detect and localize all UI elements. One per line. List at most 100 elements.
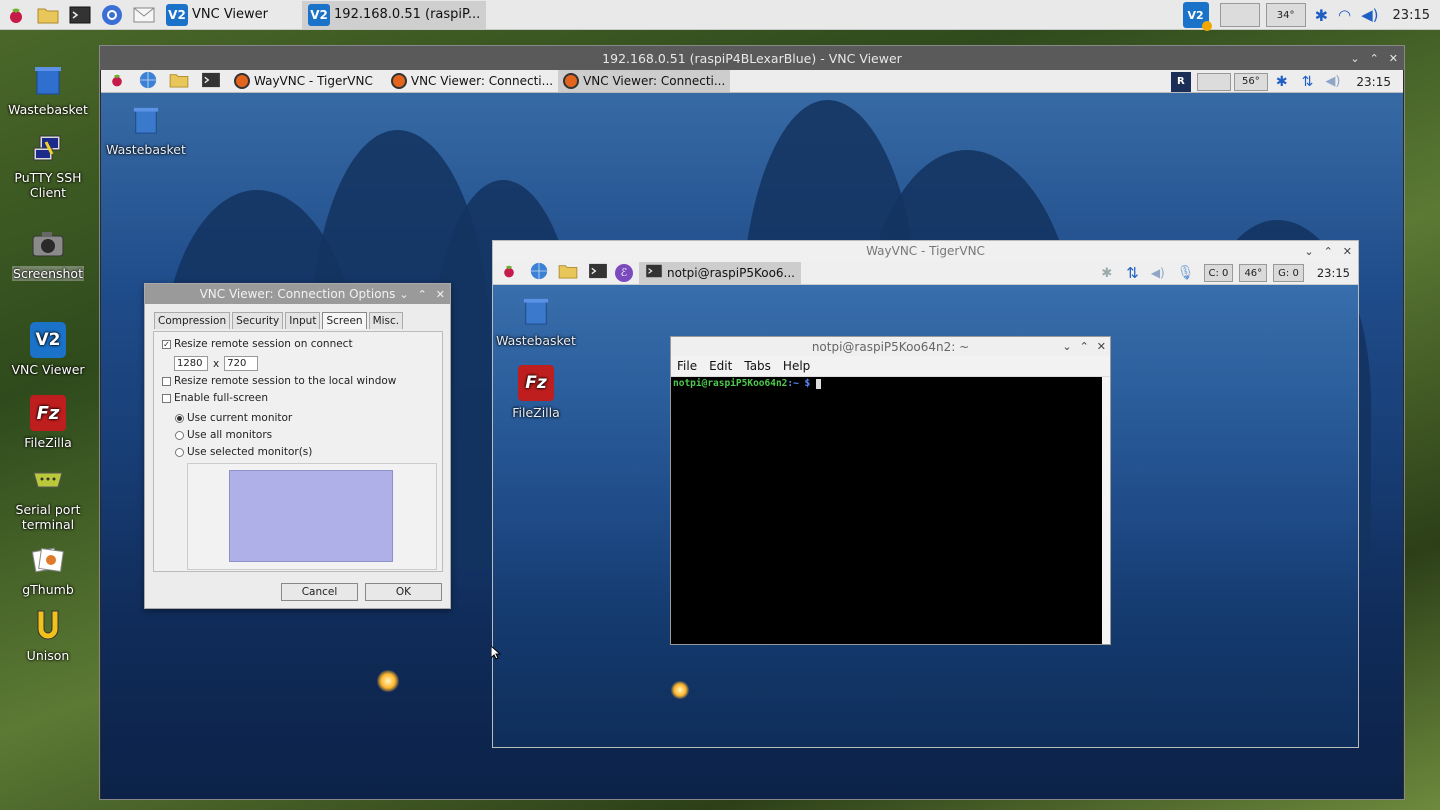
cpu-monitor[interactable]: C: 0 bbox=[1203, 264, 1234, 282]
bluetooth-icon[interactable]: ✱ bbox=[1101, 266, 1112, 281]
volume-icon[interactable]: ◀) bbox=[1325, 74, 1340, 89]
use-current-row[interactable]: Use current monitor bbox=[175, 412, 292, 424]
terminal-scrollbar[interactable] bbox=[1102, 377, 1110, 644]
use-all-radio[interactable] bbox=[175, 430, 184, 440]
desktop-icon-serial-port[interactable]: Serial port terminal bbox=[0, 462, 96, 532]
minimize-icon[interactable]: ⌄ bbox=[1304, 245, 1313, 258]
width-input[interactable]: 1280 bbox=[174, 356, 208, 371]
raspberry-menu-icon[interactable] bbox=[3, 2, 29, 28]
wayvnc-task-terminal[interactable]: notpi@raspiP5Koo6... bbox=[639, 261, 801, 284]
wayvnc-desktop-icon-wastebasket[interactable]: Wastebasket bbox=[493, 293, 584, 348]
desktop-icon-filezilla[interactable]: Fz FileZilla bbox=[0, 395, 96, 450]
remote-task-connection-1[interactable]: VNC Viewer: Connecti... bbox=[386, 70, 558, 92]
terminal-icon[interactable] bbox=[67, 2, 93, 28]
tab-screen[interactable]: Screen bbox=[322, 312, 367, 329]
close-icon[interactable]: ✕ bbox=[1389, 52, 1398, 65]
maximize-icon[interactable]: ⌃ bbox=[1370, 52, 1379, 65]
remote-task-connection-2[interactable]: VNC Viewer: Connecti... bbox=[558, 70, 731, 92]
file-manager-icon[interactable] bbox=[558, 263, 578, 282]
monitor-preview[interactable] bbox=[229, 470, 393, 562]
close-icon[interactable]: ✕ bbox=[1097, 340, 1106, 353]
network-icon[interactable]: ⇅ bbox=[1302, 74, 1314, 90]
temperature-monitor[interactable]: 46° bbox=[1239, 264, 1268, 282]
fullscreen-checkbox[interactable] bbox=[162, 393, 171, 403]
menu-help[interactable]: Help bbox=[783, 359, 810, 373]
resize-on-connect-checkbox[interactable]: ✓ bbox=[162, 339, 171, 349]
tab-input[interactable]: Input bbox=[285, 312, 321, 329]
desktop-icon-vnc-viewer[interactable]: V2 VNC Viewer bbox=[0, 322, 96, 377]
terminal-titlebar[interactable]: notpi@raspiP5Koo64n2: ~ ⌄ ⌃ ✕ bbox=[671, 337, 1110, 356]
mail-icon[interactable] bbox=[131, 2, 157, 28]
menu-edit[interactable]: Edit bbox=[709, 359, 732, 373]
fullscreen-row[interactable]: Enable full-screen bbox=[162, 392, 268, 404]
terminal-icon[interactable] bbox=[588, 263, 608, 282]
menu-file[interactable]: File bbox=[677, 359, 697, 373]
maximize-icon[interactable]: ⌃ bbox=[1080, 340, 1089, 353]
dialog-titlebar[interactable]: VNC Viewer: Connection Options ⌄ ⌃ ✕ bbox=[145, 284, 450, 304]
emacs-icon[interactable]: ℰ bbox=[615, 263, 633, 282]
volume-icon[interactable]: ◀) bbox=[1361, 6, 1378, 24]
tab-security[interactable]: Security bbox=[232, 312, 284, 329]
use-selected-row[interactable]: Use selected monitor(s) bbox=[175, 446, 312, 458]
clock[interactable]: 23:15 bbox=[1317, 266, 1350, 280]
height-input[interactable]: 720 bbox=[224, 356, 259, 371]
resize-local-row[interactable]: Resize remote session to the local windo… bbox=[162, 375, 396, 387]
remote-desktop-icon-wastebasket[interactable]: Wastebasket bbox=[101, 102, 194, 157]
minimize-icon[interactable]: ⌄ bbox=[1350, 52, 1359, 65]
file-manager-icon[interactable] bbox=[35, 2, 61, 28]
terminal-icon[interactable] bbox=[201, 72, 221, 91]
ok-button[interactable]: OK bbox=[365, 583, 442, 601]
temperature-monitor[interactable]: 34° bbox=[1265, 3, 1306, 27]
use-selected-radio[interactable] bbox=[175, 447, 184, 457]
minimize-icon[interactable]: ⌄ bbox=[1062, 340, 1071, 353]
tab-misc[interactable]: Misc. bbox=[368, 312, 404, 329]
wifi-icon[interactable]: ◠ bbox=[1338, 6, 1351, 24]
minimize-icon[interactable]: ⌄ bbox=[399, 288, 408, 301]
terminal-window[interactable]: notpi@raspiP5Koo64n2: ~ ⌄ ⌃ ✕ File Edit … bbox=[670, 336, 1111, 645]
terminal-body[interactable]: notpi@raspiP5Koo64n2:~ $ bbox=[671, 377, 1102, 644]
filezilla-icon: Fz bbox=[518, 365, 554, 401]
desktop-icon-gthumb[interactable]: gThumb bbox=[0, 542, 96, 597]
vnc-window-titlebar[interactable]: 192.168.0.51 (raspiP4BLexarBlue) - VNC V… bbox=[100, 46, 1404, 70]
temperature-monitor[interactable]: 56° bbox=[1233, 72, 1268, 91]
microphone-icon[interactable]: 🎙 bbox=[1177, 265, 1195, 281]
network-icon[interactable]: ⇅ bbox=[1126, 264, 1139, 282]
browser-icon[interactable] bbox=[530, 262, 548, 283]
maximize-icon[interactable]: ⌃ bbox=[418, 288, 427, 301]
bluetooth-icon[interactable]: ✱ bbox=[1315, 6, 1328, 25]
maximize-icon[interactable]: ⌃ bbox=[1324, 245, 1333, 258]
remote-task-wayvnc[interactable]: WayVNC - TigerVNC bbox=[229, 70, 378, 92]
clock[interactable]: 23:15 bbox=[1393, 8, 1430, 23]
desktop-icon-wastebasket[interactable]: Wastebasket bbox=[0, 62, 96, 117]
clock[interactable]: 23:15 bbox=[1356, 75, 1391, 89]
task-vnc-viewer[interactable]: V2 VNC Viewer bbox=[160, 1, 274, 29]
wayvnc-titlebar[interactable]: WayVNC - TigerVNC ⌄ ⌃ ✕ bbox=[493, 241, 1358, 261]
desktop-icon-screenshot[interactable]: Screenshot bbox=[0, 226, 96, 281]
file-manager-icon[interactable] bbox=[169, 72, 189, 91]
bluetooth-icon[interactable]: ✱ bbox=[1276, 74, 1288, 90]
raspberry-menu-icon[interactable] bbox=[109, 72, 125, 91]
resize-local-checkbox[interactable] bbox=[162, 376, 171, 386]
volume-icon[interactable]: ◀) bbox=[1151, 266, 1165, 280]
system-tray: V2 34° ✱ ◠ ◀) 23:15 bbox=[1182, 0, 1440, 31]
cpu-monitor[interactable] bbox=[1219, 3, 1260, 27]
close-icon[interactable]: ✕ bbox=[1343, 245, 1352, 258]
browser-icon[interactable] bbox=[99, 2, 125, 28]
tab-compression[interactable]: Compression bbox=[154, 312, 231, 329]
wayvnc-desktop-icon-filezilla[interactable]: Fz FileZilla bbox=[493, 365, 584, 420]
cancel-button[interactable]: Cancel bbox=[281, 583, 358, 601]
desktop-icon-unison[interactable]: Unison bbox=[0, 608, 96, 663]
vnc-server-tray-icon[interactable]: V2 bbox=[1182, 2, 1212, 31]
cpu-monitor[interactable] bbox=[1196, 72, 1231, 91]
menu-tabs[interactable]: Tabs bbox=[744, 359, 771, 373]
vnc-server-tray-icon[interactable]: R bbox=[1170, 71, 1191, 92]
browser-icon[interactable] bbox=[139, 71, 157, 92]
close-icon[interactable]: ✕ bbox=[436, 288, 445, 301]
resize-on-connect-row[interactable]: ✓ Resize remote session on connect bbox=[162, 338, 353, 350]
desktop-icon-putty[interactable]: PuTTY SSH Client bbox=[0, 130, 96, 200]
gpu-monitor[interactable]: G: 0 bbox=[1273, 264, 1304, 282]
raspberry-menu-icon[interactable] bbox=[501, 263, 517, 282]
use-current-radio[interactable] bbox=[175, 413, 184, 423]
task-vnc-remote[interactable]: V2 192.168.0.51 (raspiP... bbox=[302, 0, 487, 29]
use-all-row[interactable]: Use all monitors bbox=[175, 429, 272, 441]
